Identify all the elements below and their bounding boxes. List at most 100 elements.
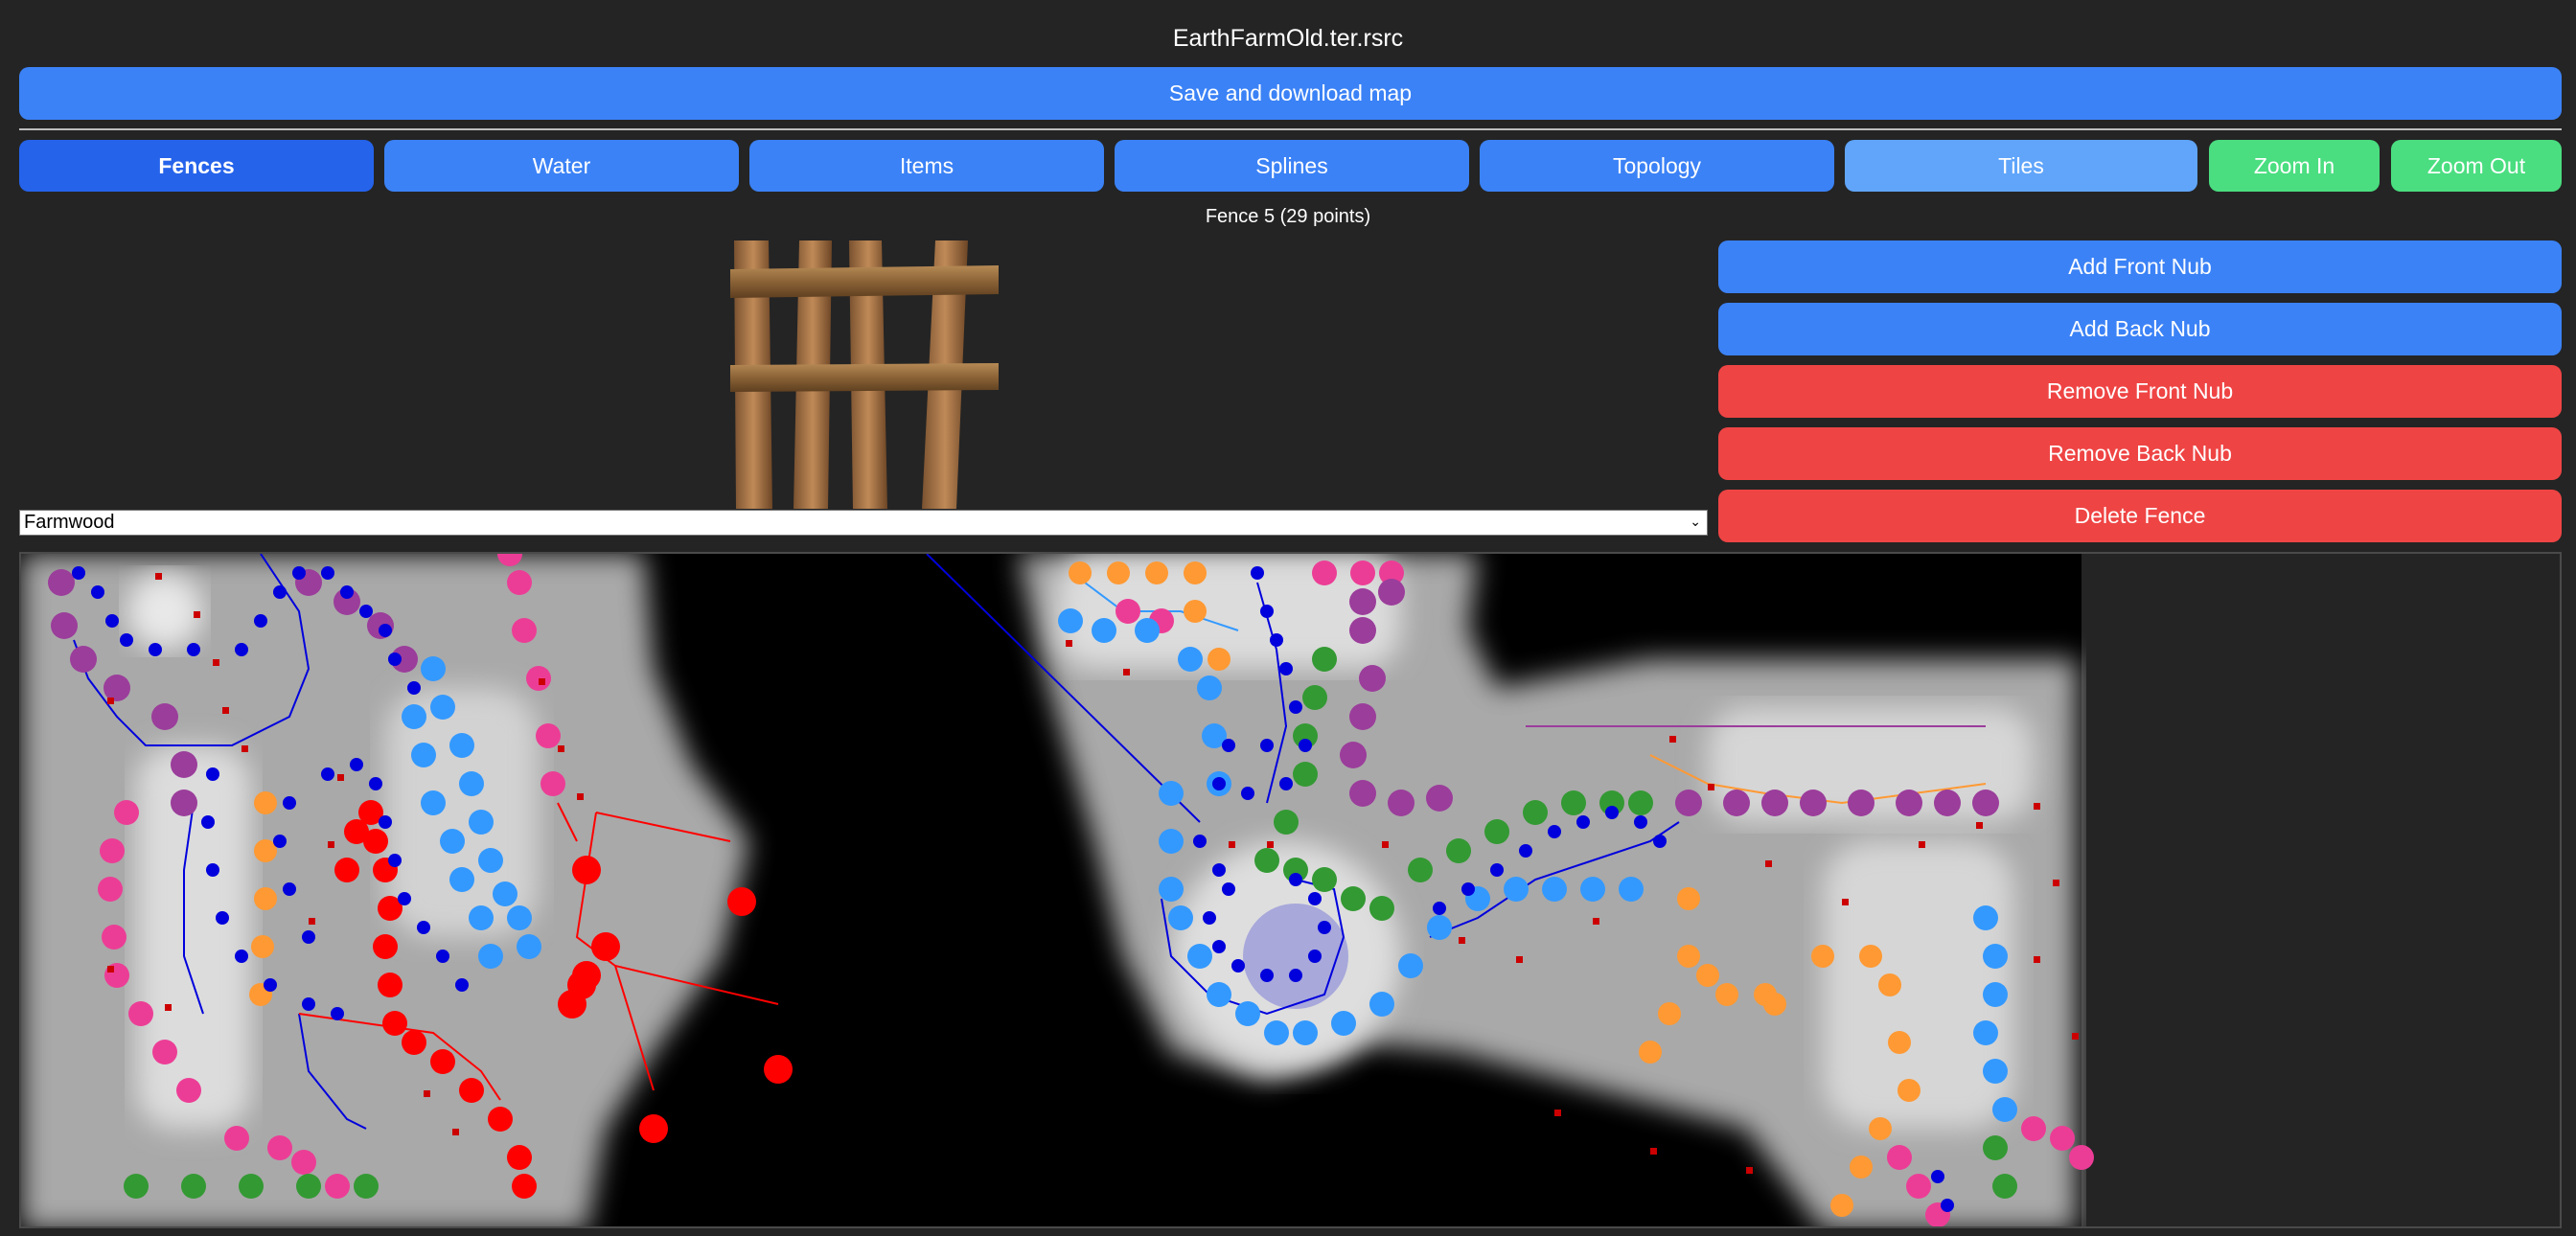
fence-nub[interactable] (1992, 1174, 2017, 1199)
tab-fences[interactable]: Fences (19, 140, 374, 192)
fence-nub[interactable] (187, 643, 200, 656)
fence-nub[interactable] (254, 791, 277, 814)
fence-nub[interactable] (1878, 973, 1901, 996)
fence-nub[interactable] (1677, 887, 1700, 910)
fence-nub[interactable] (151, 703, 178, 730)
item-marker[interactable] (1516, 956, 1523, 963)
fence-nub[interactable] (235, 950, 248, 963)
fence-nub[interactable] (1761, 790, 1788, 816)
fence-nub[interactable] (350, 758, 363, 771)
fence-nub[interactable] (302, 930, 315, 944)
fence-nub[interactable] (1279, 662, 1293, 675)
fence-nub[interactable] (1446, 838, 1471, 863)
item-marker[interactable] (328, 841, 334, 848)
item-marker[interactable] (242, 745, 248, 752)
fence-nub[interactable] (1302, 685, 1327, 710)
fence-nub[interactable] (2069, 1145, 2094, 1170)
fence-nub[interactable] (72, 566, 85, 580)
item-marker[interactable] (558, 745, 564, 752)
fence-nub[interactable] (1289, 873, 1302, 886)
fence-nub[interactable] (478, 848, 503, 873)
fence-nub[interactable] (1433, 902, 1446, 915)
fence-nub[interactable] (1235, 1001, 1260, 1026)
item-marker[interactable] (577, 793, 584, 800)
fence-nub[interactable] (369, 777, 382, 790)
fence-nub[interactable] (251, 935, 274, 958)
fence-nub[interactable] (1092, 618, 1116, 643)
fence-nub[interactable] (296, 1174, 321, 1199)
fence-nub[interactable] (1369, 896, 1394, 921)
fence-nub[interactable] (536, 723, 561, 748)
fence-nub[interactable] (1896, 790, 1922, 816)
fence-nub[interactable] (373, 934, 398, 959)
fence-nub[interactable] (181, 1174, 206, 1199)
fence-nub[interactable] (1490, 863, 1504, 877)
fence-nub[interactable] (488, 1107, 513, 1132)
item-marker[interactable] (1123, 669, 1130, 675)
fence-nub[interactable] (1359, 665, 1386, 692)
fence-nub[interactable] (321, 767, 334, 781)
fence-nub[interactable] (1973, 905, 1998, 930)
fence-nub[interactable] (1159, 829, 1184, 854)
fence-nub[interactable] (128, 1001, 153, 1026)
fence-nub[interactable] (1426, 785, 1453, 812)
fence-nub[interactable] (1241, 787, 1254, 800)
fence-nub[interactable] (382, 1011, 407, 1036)
fence-nub[interactable] (493, 881, 518, 906)
item-marker[interactable] (222, 707, 229, 714)
fence-nub[interactable] (2021, 1116, 2046, 1141)
fence-nub[interactable] (436, 950, 449, 963)
fence-nub[interactable] (378, 973, 402, 997)
fence-nub[interactable] (1349, 703, 1376, 730)
fence-nub[interactable] (1260, 605, 1274, 618)
fence-nub[interactable] (1184, 561, 1207, 584)
fence-nub[interactable] (1193, 835, 1207, 848)
item-marker[interactable] (1765, 860, 1772, 867)
item-marker[interactable] (539, 678, 545, 685)
fence-nub[interactable] (379, 815, 392, 829)
fence-nub[interactable] (727, 887, 756, 916)
fence-nub[interactable] (402, 1030, 426, 1055)
fence-nub[interactable] (359, 605, 373, 618)
item-marker[interactable] (1267, 841, 1274, 848)
fence-nub[interactable] (764, 1055, 793, 1084)
fence-nub[interactable] (104, 675, 130, 701)
item-marker[interactable] (1669, 736, 1676, 743)
add-front-nub-button[interactable]: Add Front Nub (1718, 240, 2562, 293)
zoom-out-button[interactable]: Zoom Out (2391, 140, 2562, 192)
fence-nub[interactable] (1983, 944, 2008, 969)
fence-nub[interactable] (149, 643, 162, 656)
fence-nub[interactable] (1619, 877, 1644, 902)
fence-nub[interactable] (398, 892, 411, 905)
item-marker[interactable] (194, 611, 200, 618)
fence-nub[interactable] (1270, 633, 1283, 647)
fence-nub[interactable] (459, 1078, 484, 1103)
fence-nub[interactable] (507, 905, 532, 930)
fence-nub[interactable] (1107, 561, 1130, 584)
item-marker[interactable] (2034, 803, 2040, 810)
fence-nub[interactable] (1639, 1041, 1662, 1064)
fence-nub[interactable] (430, 1049, 455, 1074)
fence-nub[interactable] (1628, 790, 1653, 815)
fence-nub[interactable] (1135, 618, 1160, 643)
fence-nub[interactable] (340, 585, 354, 599)
fence-nub[interactable] (459, 771, 484, 796)
fence-nub[interactable] (2050, 1126, 2075, 1151)
fence-nub[interactable] (1398, 953, 1423, 978)
item-marker[interactable] (1650, 1148, 1657, 1155)
fence-nub[interactable] (1349, 617, 1376, 644)
fence-nub[interactable] (1331, 1011, 1356, 1036)
fence-nub[interactable] (98, 877, 123, 902)
fence-nub[interactable] (1523, 800, 1548, 825)
item-marker[interactable] (424, 1090, 430, 1097)
item-marker[interactable] (2034, 956, 2040, 963)
fence-nub[interactable] (48, 569, 75, 596)
item-marker[interactable] (1708, 784, 1714, 790)
fence-nub[interactable] (1972, 790, 1999, 816)
fence-nub[interactable] (1576, 815, 1590, 829)
fence-nub[interactable] (1159, 781, 1184, 806)
fence-nub[interactable] (70, 646, 97, 673)
fence-nub[interactable] (1299, 739, 1312, 752)
fence-nub[interactable] (1580, 877, 1605, 902)
fence-nub[interactable] (1279, 777, 1293, 790)
